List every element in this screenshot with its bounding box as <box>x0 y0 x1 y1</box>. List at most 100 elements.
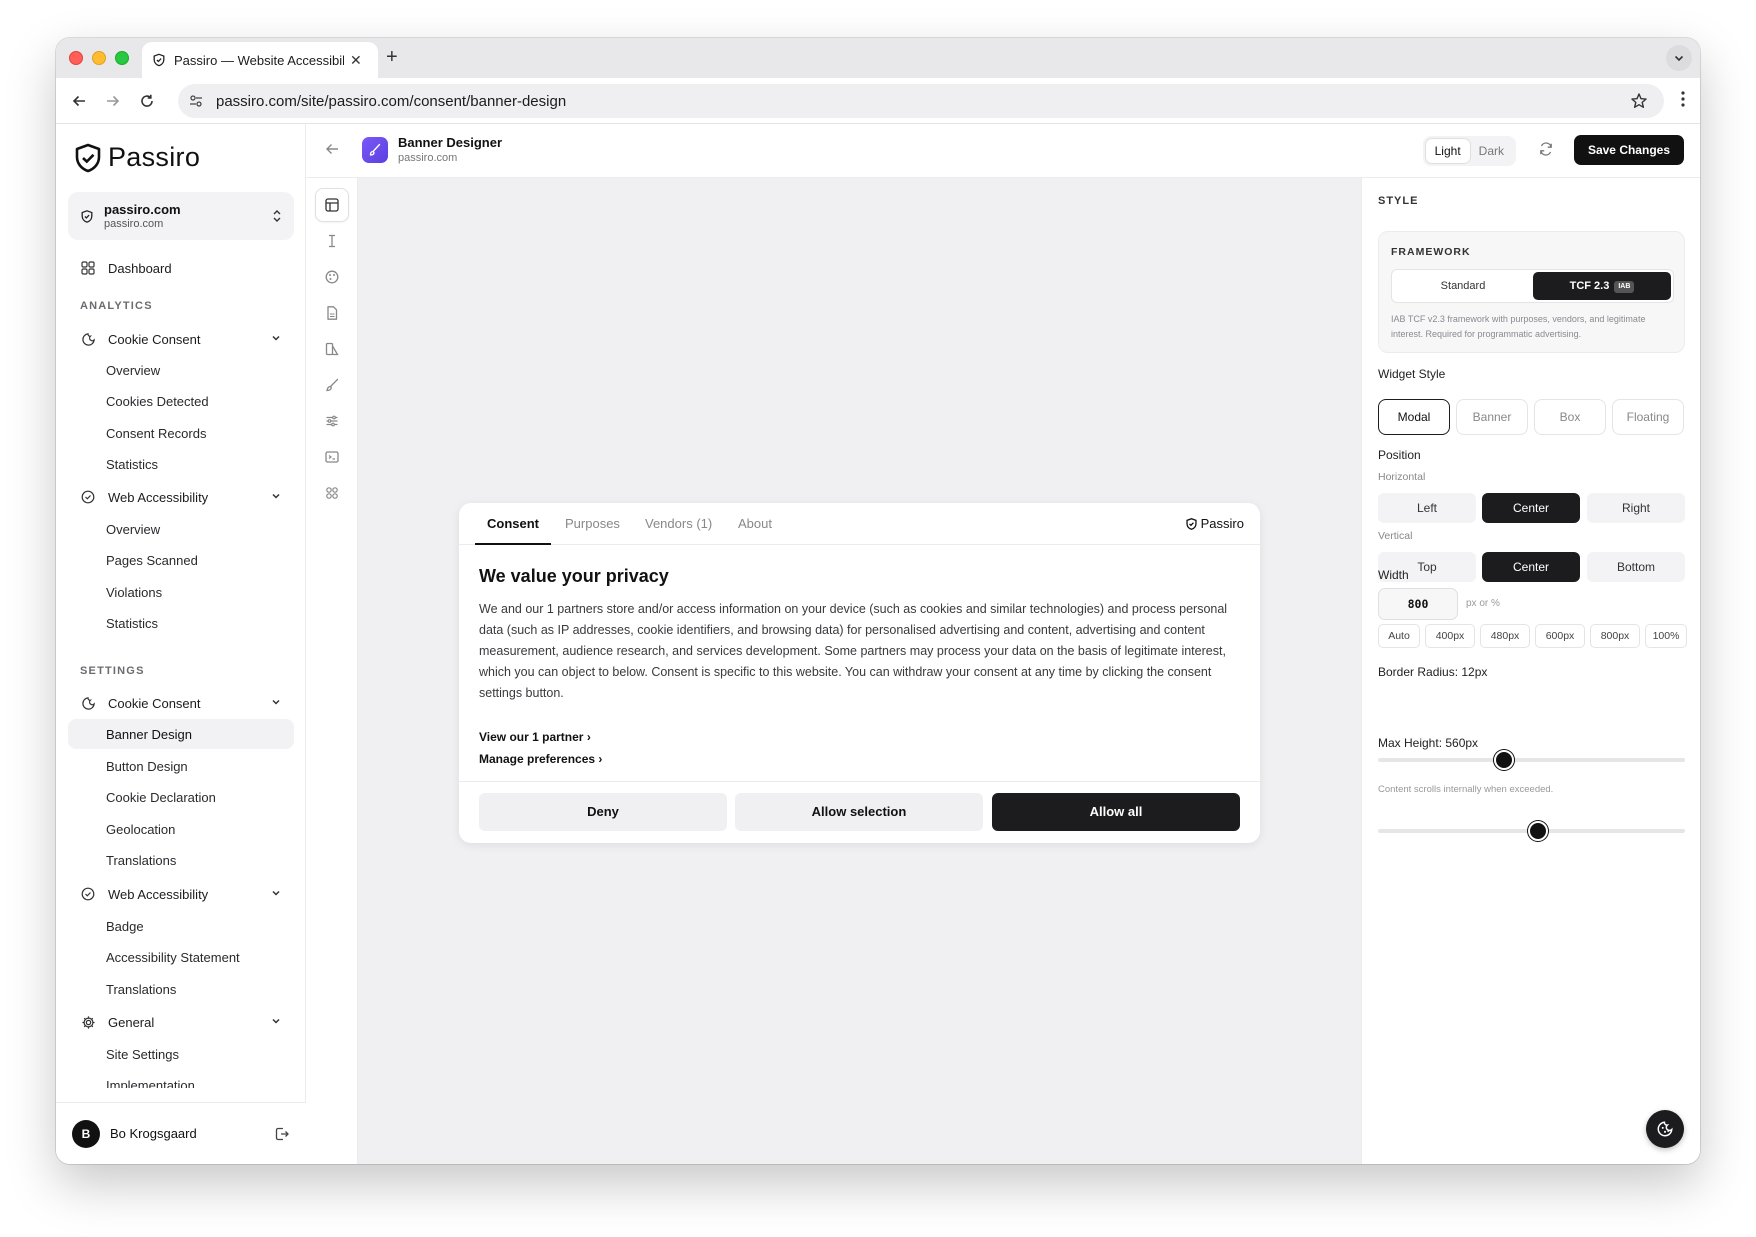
sidebar-item-accessibility-statement[interactable]: Accessibility Statement <box>68 942 294 972</box>
browser-menu-icon[interactable] <box>1680 90 1686 108</box>
cookie-settings-fab[interactable] <box>1646 1110 1684 1148</box>
shapes-icon[interactable] <box>315 332 349 366</box>
reload-icon[interactable] <box>136 90 158 112</box>
allow-selection-button[interactable]: Allow selection <box>735 793 983 831</box>
tab-search-icon[interactable] <box>1666 45 1692 71</box>
sidebar-item-cookie-statistics[interactable]: Statistics <box>68 449 294 479</box>
width-preset-600[interactable]: 600px <box>1535 624 1585 648</box>
chevron-down-icon[interactable] <box>270 490 282 502</box>
sidebar-item-pages-scanned[interactable]: Pages Scanned <box>68 545 294 575</box>
banner-tab-about[interactable]: About <box>738 503 772 545</box>
new-tab-icon[interactable]: + <box>386 47 398 67</box>
sidebar-item-analytics-cookie-consent[interactable]: Cookie Consent <box>68 324 294 354</box>
position-label: Position <box>1378 448 1421 462</box>
sidebar-item-general[interactable]: General <box>68 1007 294 1037</box>
typography-tool-icon[interactable] <box>315 224 349 258</box>
sidebar-item-cookie-translations[interactable]: Translations <box>68 845 294 875</box>
bookmark-star-icon[interactable] <box>1630 92 1648 110</box>
sidebar-item-wa-overview[interactable]: Overview <box>68 514 294 544</box>
sliders-icon[interactable] <box>315 404 349 438</box>
chevron-down-icon[interactable] <box>270 332 282 344</box>
sidebar-item-label: Cookies Detected <box>106 393 209 409</box>
url-bar[interactable]: passiro.com/site/passiro.com/consent/ban… <box>178 84 1664 118</box>
chevron-down-icon[interactable] <box>270 696 282 708</box>
widget-style-box[interactable]: Box <box>1534 399 1606 435</box>
sidebar-item-label: Web Accessibility <box>108 489 209 505</box>
site-switcher[interactable]: passiro.com passiro.com <box>68 192 294 240</box>
horizontal-left-option[interactable]: Left <box>1378 493 1476 523</box>
sidebar-item-implementation[interactable]: Implementation <box>68 1070 294 1089</box>
brush-tool-icon[interactable] <box>315 368 349 402</box>
back-icon[interactable] <box>68 90 90 112</box>
sidebar-item-wa-statistics[interactable]: Statistics <box>68 608 294 638</box>
width-preset-800[interactable]: 800px <box>1590 624 1640 648</box>
horizontal-right-option[interactable]: Right <box>1587 493 1685 523</box>
horizontal-center-option[interactable]: Center <box>1482 493 1580 523</box>
banner-tab-vendors[interactable]: Vendors (1) <box>645 503 712 545</box>
sidebar-item-dashboard[interactable]: Dashboard <box>68 253 294 283</box>
framework-selector: Standard TCF 2.3 IAB <box>1391 269 1674 303</box>
forward-icon[interactable] <box>102 90 124 112</box>
minimize-window-button[interactable] <box>92 51 106 65</box>
vertical-center-option[interactable]: Center <box>1482 552 1580 582</box>
sidebar-item-label: Pages Scanned <box>106 552 198 568</box>
theme-dark-option[interactable]: Dark <box>1470 139 1513 163</box>
chevron-down-icon[interactable] <box>270 1015 282 1027</box>
sidebar-item-cookies-detected[interactable]: Cookies Detected <box>68 386 294 416</box>
width-preset-100[interactable]: 100% <box>1645 624 1687 648</box>
width-input[interactable]: 800 <box>1378 588 1458 620</box>
max-height-slider[interactable] <box>1378 821 1685 841</box>
widget-style-modal[interactable]: Modal <box>1378 399 1450 435</box>
max-height-slider-thumb[interactable] <box>1527 821 1548 841</box>
site-info-icon[interactable] <box>188 93 204 109</box>
save-changes-button[interactable]: Save Changes <box>1573 135 1684 165</box>
border-radius-slider[interactable] <box>1378 750 1685 770</box>
sidebar-item-settings-web-accessibility[interactable]: Web Accessibility <box>68 879 294 909</box>
widget-style-banner[interactable]: Banner <box>1456 399 1528 435</box>
arrow-left-icon[interactable] <box>324 141 340 157</box>
refresh-icon[interactable] <box>1538 141 1554 157</box>
logout-icon[interactable] <box>274 1126 290 1142</box>
sidebar-item-site-settings[interactable]: Site Settings <box>68 1039 294 1069</box>
sidebar-item-cookie-declaration[interactable]: Cookie Declaration <box>68 782 294 812</box>
theme-light-option[interactable]: Light <box>1425 139 1470 163</box>
vertical-bottom-option[interactable]: Bottom <box>1587 552 1685 582</box>
components-grid-icon[interactable] <box>315 476 349 510</box>
layout-tool-icon[interactable] <box>315 188 349 222</box>
sidebar-item-analytics-overview[interactable]: Overview <box>68 355 294 385</box>
color-palette-icon[interactable] <box>315 260 349 294</box>
sidebar-item-analytics-web-accessibility[interactable]: Web Accessibility <box>68 482 294 512</box>
view-partners-link[interactable]: View our 1 partner › <box>479 730 591 744</box>
sidebar-item-button-design[interactable]: Button Design <box>68 751 294 781</box>
deny-button[interactable]: Deny <box>479 793 727 831</box>
chevron-down-icon[interactable] <box>270 887 282 899</box>
manage-preferences-link[interactable]: Manage preferences › <box>479 752 602 766</box>
sidebar-item-badge[interactable]: Badge <box>68 911 294 941</box>
framework-standard-option[interactable]: Standard <box>1394 272 1532 300</box>
banner-tab-consent[interactable]: Consent <box>475 503 551 545</box>
banner-tab-purposes[interactable]: Purposes <box>565 503 620 545</box>
zoom-window-button[interactable] <box>115 51 129 65</box>
width-preset-480[interactable]: 480px <box>1480 624 1530 648</box>
close-tab-icon[interactable]: ✕ <box>350 52 362 69</box>
brand-logo[interactable]: Passiro <box>74 142 200 173</box>
sidebar-item-settings-cookie-consent[interactable]: Cookie Consent <box>68 688 294 718</box>
sidebar-item-banner-design[interactable]: Banner Design <box>68 719 294 749</box>
sidebar-item-label: Translations <box>106 981 177 997</box>
sidebar-item-geolocation[interactable]: Geolocation <box>68 814 294 844</box>
border-radius-slider-thumb[interactable] <box>1493 750 1514 770</box>
code-terminal-icon[interactable] <box>315 440 349 474</box>
document-icon[interactable] <box>315 296 349 330</box>
sidebar-item-violations[interactable]: Violations <box>68 577 294 607</box>
width-preset-400[interactable]: 400px <box>1425 624 1475 648</box>
sidebar-item-consent-records[interactable]: Consent Records <box>68 418 294 448</box>
sidebar-item-wa-translations[interactable]: Translations <box>68 974 294 1004</box>
framework-tcf-option[interactable]: TCF 2.3 IAB <box>1533 272 1671 300</box>
browser-tab[interactable]: Passiro — Website Accessibili ✕ <box>142 42 378 78</box>
width-preset-auto[interactable]: Auto <box>1378 624 1420 648</box>
allow-all-button[interactable]: Allow all <box>992 793 1240 831</box>
user-menu[interactable]: B Bo Krogsgaard <box>56 1102 306 1164</box>
widget-style-floating[interactable]: Floating <box>1612 399 1684 435</box>
close-window-button[interactable] <box>69 51 83 65</box>
banner-brand: Passiro <box>1185 516 1244 531</box>
